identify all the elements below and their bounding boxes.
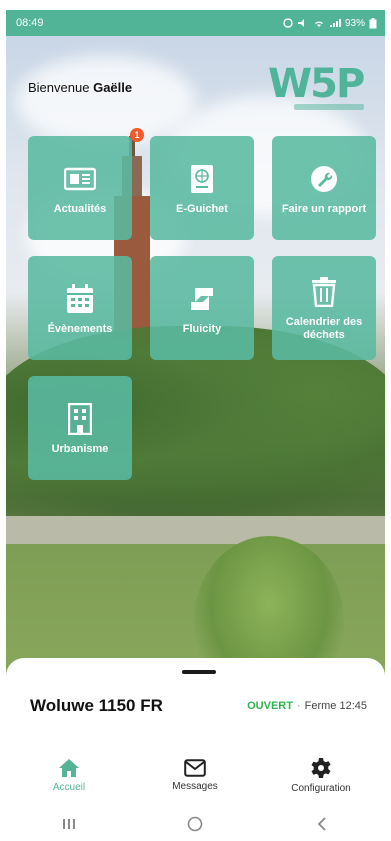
tile-label: Urbanisme [51, 442, 109, 455]
tile-label: Faire un rapport [281, 202, 367, 215]
calendar-icon [62, 281, 98, 317]
wifi-icon [314, 21, 323, 27]
status-time: 08:49 [16, 17, 44, 29]
battery-percent: 93% [344, 17, 365, 29]
recent-apps-icon [63, 818, 76, 829]
tab-accueil[interactable]: Accueil [6, 750, 132, 800]
tile-fluicity[interactable]: Fluicity [150, 256, 254, 360]
tile-label: Fluicity [182, 322, 222, 335]
tab-messages[interactable]: Messages [132, 750, 258, 800]
notification-badge: 1 [130, 128, 144, 142]
tile-urbanisme[interactable]: Urbanisme [28, 376, 132, 480]
envelope-icon [184, 758, 206, 777]
app-screen: 08:49 93% Bienvenue Gaëlle W5P Actualité [6, 0, 385, 841]
status-separator: · [296, 700, 301, 712]
android-nav-bar [6, 806, 385, 841]
back-chevron-icon [317, 816, 326, 831]
home-icon [59, 758, 79, 777]
back-button[interactable] [292, 809, 352, 839]
battery-icon [369, 17, 377, 28]
tile-e-guichet[interactable]: E-Guichet [150, 136, 254, 240]
status-icons: 93% [283, 17, 377, 29]
home-circle-icon [188, 816, 203, 831]
signal-icon [329, 19, 341, 27]
tile-actualites[interactable]: Actualités [28, 136, 132, 240]
tile-evenements[interactable]: Évènements [28, 256, 132, 360]
welcome-text: Bienvenue Gaëlle [28, 80, 132, 95]
passport-icon [184, 161, 220, 197]
logo-subtitle-mark [294, 104, 364, 110]
fluicity-icon [184, 281, 220, 317]
tab-configuration[interactable]: Configuration [258, 750, 384, 800]
tile-label: Calendrier des déchets [285, 316, 363, 341]
opening-hours: OUVERT · Ferme 12:45 [247, 700, 367, 712]
bottom-tab-bar: Accueil Messages Configuration [6, 750, 385, 800]
tab-label: Messages [172, 780, 218, 792]
wrench-icon [306, 161, 342, 197]
user-name: Gaëlle [93, 80, 133, 95]
location-name: Woluwe 1150 FR [30, 696, 163, 715]
newspaper-icon [62, 161, 98, 197]
drag-handle[interactable] [182, 670, 216, 674]
recent-apps-button[interactable] [39, 809, 99, 839]
tile-label: Évènements [47, 322, 113, 335]
mute-icon [297, 19, 304, 27]
trash-icon [306, 274, 342, 310]
tile-label: Actualités [53, 202, 107, 215]
tab-label: Accueil [52, 781, 86, 793]
tile-label: E-Guichet [176, 202, 228, 215]
alarm-icon [283, 18, 293, 28]
status-bar: 08:49 93% [6, 10, 385, 36]
gear-icon [311, 757, 331, 778]
bottom-sheet[interactable]: Woluwe 1150 FR OUVERT · Ferme 12:45 Accu… [6, 658, 385, 841]
tile-faire-un-rapport[interactable]: Faire un rapport [272, 136, 376, 240]
home-button[interactable] [165, 809, 225, 839]
greeting: Bienvenue [28, 80, 90, 95]
tile-calendrier-dechets[interactable]: Calendrier des déchets [272, 256, 376, 360]
closing-time: Ferme 12:45 [304, 700, 367, 712]
tab-label: Configuration [291, 782, 351, 794]
open-status: OUVERT [247, 700, 293, 712]
building-icon [62, 401, 98, 437]
